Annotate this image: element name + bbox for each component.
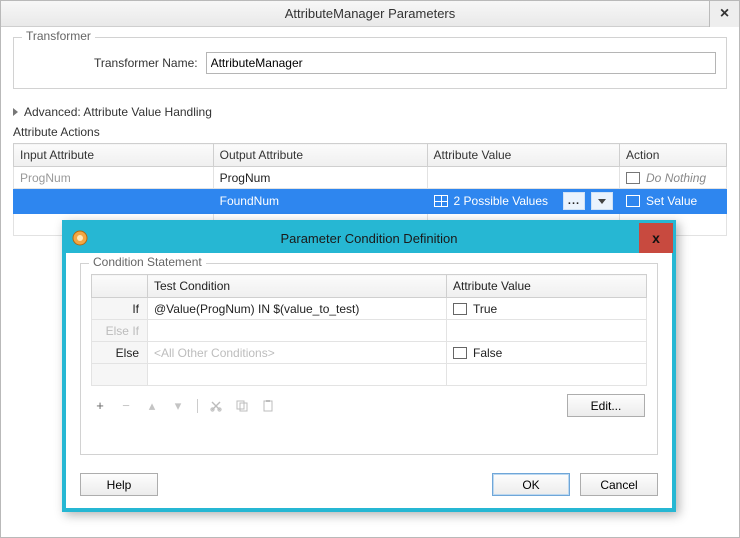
cell-output-attribute[interactable]: ProgNum	[213, 167, 427, 189]
cell-action[interactable]: Do Nothing	[620, 167, 727, 189]
grid-icon	[434, 195, 448, 207]
modal-close-button[interactable]: x	[639, 223, 673, 253]
cell-action[interactable]: Set Value	[620, 189, 727, 214]
cell-input-attribute[interactable]	[14, 189, 214, 214]
value-icon	[453, 303, 467, 315]
attribute-value-text: True	[473, 302, 497, 316]
cancel-button[interactable]: Cancel	[580, 473, 658, 496]
value-dropdown-button[interactable]	[591, 192, 613, 210]
dialog-titlebar[interactable]: AttributeManager Parameters ×	[1, 1, 739, 27]
modal-footer: Help OK Cancel	[66, 473, 672, 508]
move-down-button[interactable]: ▾	[171, 398, 185, 414]
test-condition-cell[interactable]: @Value(ProgNum) IN $(value_to_test)	[148, 298, 447, 320]
condition-row-else[interactable]: Else <All Other Conditions> False	[92, 342, 647, 364]
copy-button[interactable]	[236, 400, 250, 412]
transformer-name-input[interactable]	[206, 52, 716, 74]
header-action[interactable]: Action	[620, 144, 727, 167]
close-icon: ×	[720, 5, 729, 23]
value-text: 2 Possible Values	[454, 194, 549, 208]
edit-button[interactable]: Edit...	[567, 394, 645, 417]
action-icon	[626, 195, 640, 207]
header-attribute-value[interactable]: Attribute Value	[447, 275, 647, 298]
header-attribute-value[interactable]: Attribute Value	[427, 144, 620, 167]
paste-button[interactable]	[262, 400, 276, 412]
dialog-title: AttributeManager Parameters	[285, 6, 456, 21]
add-button[interactable]: +	[93, 398, 107, 413]
header-test-condition[interactable]: Test Condition	[148, 275, 447, 298]
attribute-actions-label: Attribute Actions	[13, 121, 727, 143]
condition-legend: Condition Statement	[89, 255, 206, 269]
cut-button[interactable]	[210, 400, 224, 412]
close-button[interactable]: ×	[709, 1, 739, 27]
table-row-selected[interactable]: FoundNum 2 Possible Values ...	[14, 189, 727, 214]
condition-table: Test Condition Attribute Value If @Value…	[91, 274, 647, 386]
parameter-condition-dialog: Parameter Condition Definition x Conditi…	[62, 220, 676, 512]
clipboard-icon	[262, 400, 274, 412]
advanced-label: Advanced: Attribute Value Handling	[24, 105, 212, 119]
keyword-cell: If	[92, 298, 148, 320]
condition-row-if[interactable]: If @Value(ProgNum) IN $(value_to_test) T…	[92, 298, 647, 320]
action-icon	[626, 172, 640, 184]
cell-attribute-value[interactable]: 2 Possible Values ...	[427, 189, 620, 214]
table-header-row: Input Attribute Output Attribute Attribu…	[14, 144, 727, 167]
ok-button[interactable]: OK	[492, 473, 570, 496]
value-icon	[453, 347, 467, 359]
header-keyword	[92, 275, 148, 298]
triangle-right-icon	[13, 108, 18, 116]
cell-input-attribute[interactable]: ProgNum	[14, 167, 214, 189]
table-row[interactable]: ProgNum ProgNum Do Nothing	[14, 167, 727, 189]
toolbar-separator	[197, 399, 198, 413]
transformer-name-label: Transformer Name:	[94, 56, 198, 70]
test-condition-cell[interactable]	[148, 320, 447, 342]
close-icon: x	[652, 230, 660, 246]
header-output-attribute[interactable]: Output Attribute	[213, 144, 427, 167]
help-button[interactable]: Help	[80, 473, 158, 496]
test-condition-cell[interactable]: <All Other Conditions>	[148, 342, 447, 364]
attribute-value-cell[interactable]: False	[447, 342, 647, 364]
transformer-name-row: Transformer Name:	[24, 48, 716, 78]
transformer-group: Transformer Transformer Name:	[13, 37, 727, 89]
keyword-cell: Else	[92, 342, 148, 364]
remove-button[interactable]: −	[119, 398, 133, 413]
chevron-down-icon	[598, 199, 606, 204]
copy-icon	[236, 400, 248, 412]
condition-header-row: Test Condition Attribute Value	[92, 275, 647, 298]
header-input-attribute[interactable]: Input Attribute	[14, 144, 214, 167]
keyword-cell: Else If	[92, 320, 148, 342]
transformer-legend: Transformer	[22, 29, 95, 43]
modal-title: Parameter Condition Definition	[280, 231, 457, 246]
condition-toolbar: + − ▴ ▾ Edit...	[91, 386, 647, 419]
cell-output-attribute[interactable]: FoundNum	[213, 189, 427, 214]
dialog-content: Transformer Transformer Name: Advanced: …	[1, 27, 739, 248]
modal-titlebar[interactable]: Parameter Condition Definition x	[65, 223, 673, 253]
value-edit-button[interactable]: ...	[563, 192, 585, 210]
condition-row-empty[interactable]	[92, 364, 647, 386]
action-text: Set Value	[646, 194, 697, 208]
attribute-value-text: False	[473, 346, 502, 360]
attribute-value-cell[interactable]: True	[447, 298, 647, 320]
attribute-value-cell[interactable]	[447, 320, 647, 342]
app-icon	[71, 229, 89, 247]
advanced-disclosure[interactable]: Advanced: Attribute Value Handling	[13, 99, 727, 121]
scissors-icon	[210, 400, 222, 412]
modal-body: Condition Statement Test Condition Attri…	[66, 253, 672, 473]
condition-statement-group: Condition Statement Test Condition Attri…	[80, 263, 658, 455]
condition-row-elseif[interactable]: Else If	[92, 320, 647, 342]
move-up-button[interactable]: ▴	[145, 398, 159, 414]
action-text: Do Nothing	[646, 171, 706, 185]
cell-attribute-value[interactable]	[427, 167, 620, 189]
